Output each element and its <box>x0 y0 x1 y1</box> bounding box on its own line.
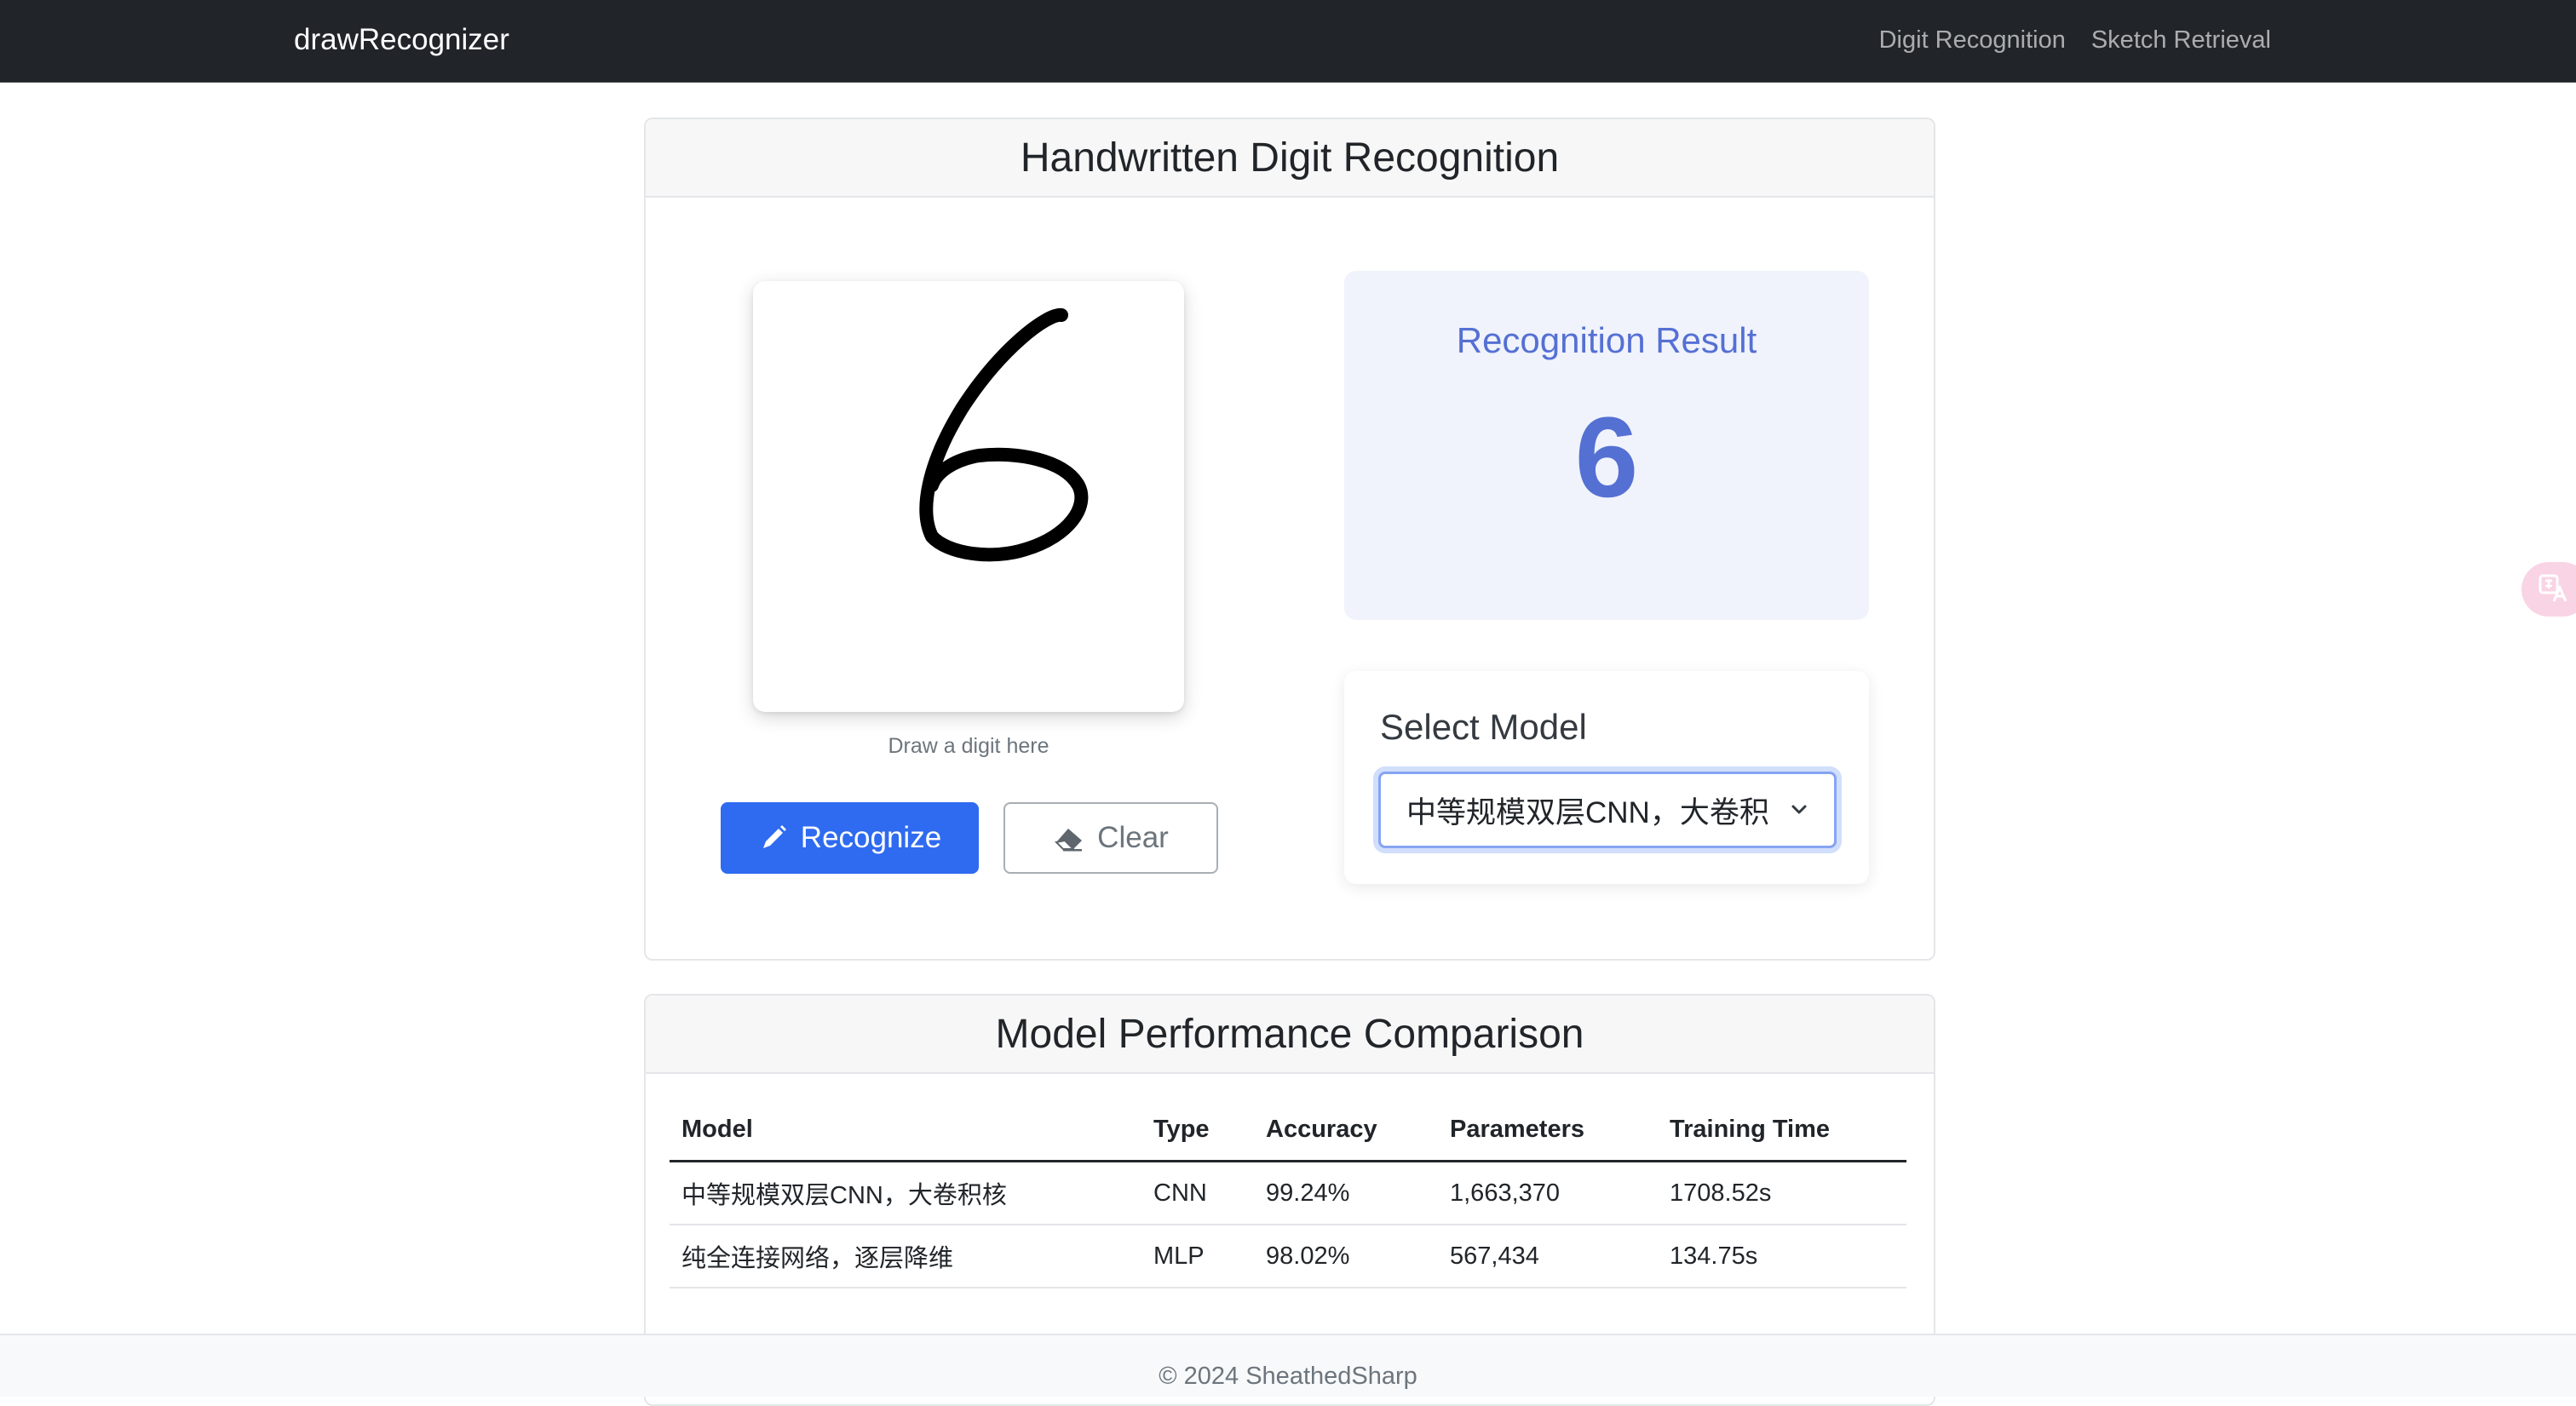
cell-parameters: 567,434 <box>1438 1225 1658 1288</box>
performance-table: Model Type Accuracy Parameters Training … <box>670 1099 1906 1288</box>
result-panel: Recognition Result 6 <box>1344 271 1869 620</box>
clear-button[interactable]: Clear <box>1003 802 1218 874</box>
cell-training-time: 1708.52s <box>1658 1161 1906 1225</box>
footer-copyright: © 2024 SheathedSharp <box>1159 1363 1417 1390</box>
nav-link-digit-recognition[interactable]: Digit Recognition <box>1879 20 2066 60</box>
cell-accuracy: 98.02% <box>1254 1225 1438 1288</box>
result-value: 6 <box>1574 394 1639 521</box>
recognition-title: Handwritten Digit Recognition <box>1020 135 1560 181</box>
nav-links: Digit Recognition Sketch Retrieval <box>1879 20 2271 60</box>
clear-button-label: Clear <box>1097 821 1169 854</box>
pencil-icon <box>758 823 789 853</box>
column-header-training-time: Training Time <box>1658 1099 1906 1162</box>
table-header-row: Model Type Accuracy Parameters Training … <box>670 1099 1906 1162</box>
canvas-hint: Draw a digit here <box>888 734 1049 758</box>
cell-training-time: 134.75s <box>1658 1225 1906 1288</box>
table-row: 中等规模双层CNN，大卷积核 CNN 99.24% 1,663,370 1708… <box>670 1161 1906 1225</box>
model-select[interactable]: 中等规模双层CNN，大卷积 <box>1378 772 1837 848</box>
model-select-panel: Select Model 中等规模双层CNN，大卷积 <box>1344 671 1869 884</box>
performance-title: Model Performance Comparison <box>995 1011 1584 1057</box>
model-select-value: 中等规模双层CNN，大卷积 <box>1406 795 1769 829</box>
recognize-button-label: Recognize <box>800 821 942 854</box>
footer: © 2024 SheathedSharp <box>0 1334 2576 1397</box>
table-row: 纯全连接网络，逐层降维 MLP 98.02% 567,434 134.75s <box>670 1225 1906 1288</box>
translate-float-button[interactable] <box>2521 562 2576 617</box>
eraser-icon <box>1053 824 1085 852</box>
column-header-parameters: Parameters <box>1438 1099 1658 1162</box>
navbar: drawRecognizer Digit Recognition Sketch … <box>0 0 2576 83</box>
chevron-down-icon <box>1790 803 1808 821</box>
result-label: Recognition Result <box>1456 320 1757 360</box>
handwritten-stroke <box>919 308 1089 562</box>
column-header-type: Type <box>1141 1099 1254 1162</box>
recognize-button[interactable]: Recognize <box>721 802 979 874</box>
cell-parameters: 1,663,370 <box>1438 1161 1658 1225</box>
recognition-card-header: Handwritten Digit Recognition <box>646 119 1934 198</box>
cell-accuracy: 99.24% <box>1254 1161 1438 1225</box>
drawing-canvas[interactable] <box>753 281 1184 712</box>
column-header-model: Model <box>670 1099 1141 1162</box>
column-header-accuracy: Accuracy <box>1254 1099 1438 1162</box>
cell-model: 中等规模双层CNN，大卷积核 <box>670 1161 1141 1225</box>
cell-type: MLP <box>1141 1225 1254 1288</box>
brand-logo[interactable]: drawRecognizer <box>294 20 509 60</box>
performance-card-header: Model Performance Comparison <box>646 996 1934 1074</box>
nav-link-sketch-retrieval[interactable]: Sketch Retrieval <box>2091 20 2271 60</box>
model-select-label: Select Model <box>1380 707 1587 747</box>
cell-type: CNN <box>1141 1161 1254 1225</box>
cell-model: 纯全连接网络，逐层降维 <box>670 1225 1141 1288</box>
